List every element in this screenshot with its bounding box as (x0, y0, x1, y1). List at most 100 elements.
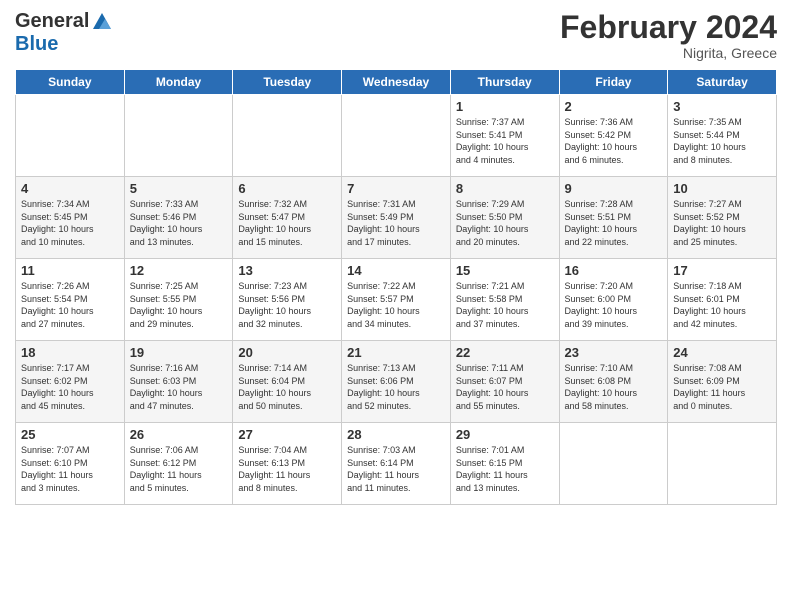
day-number-2-0: 11 (21, 263, 119, 278)
day-info-0-6: Sunrise: 7:35 AM Sunset: 5:44 PM Dayligh… (673, 116, 771, 166)
day-number-3-6: 24 (673, 345, 771, 360)
day-info-2-0: Sunrise: 7:26 AM Sunset: 5:54 PM Dayligh… (21, 280, 119, 330)
header: General Blue February 2024 Nigrita, Gree… (15, 10, 777, 61)
calendar-cell-0-5: 2 Sunrise: 7:36 AM Sunset: 5:42 PM Daylig… (559, 95, 668, 177)
calendar-cell-3-4: 22 Sunrise: 7:11 AM Sunset: 6:07 PM Dayli… (450, 341, 559, 423)
day-info-4-4: Sunrise: 7:01 AM Sunset: 6:15 PM Dayligh… (456, 444, 554, 494)
col-tuesday: Tuesday (233, 70, 342, 95)
calendar-cell-0-6: 3 Sunrise: 7:35 AM Sunset: 5:44 PM Daylig… (668, 95, 777, 177)
day-number-2-4: 15 (456, 263, 554, 278)
calendar-cell-2-6: 17 Sunrise: 7:18 AM Sunset: 6:01 PM Dayli… (668, 259, 777, 341)
day-info-1-2: Sunrise: 7:32 AM Sunset: 5:47 PM Dayligh… (238, 198, 336, 248)
day-info-2-5: Sunrise: 7:20 AM Sunset: 6:00 PM Dayligh… (565, 280, 663, 330)
day-info-3-3: Sunrise: 7:13 AM Sunset: 6:06 PM Dayligh… (347, 362, 445, 412)
week-row-3: 18 Sunrise: 7:17 AM Sunset: 6:02 PM Dayli… (16, 341, 777, 423)
day-number-3-2: 20 (238, 345, 336, 360)
calendar-table: Sunday Monday Tuesday Wednesday Thursday… (15, 69, 777, 505)
calendar-cell-3-0: 18 Sunrise: 7:17 AM Sunset: 6:02 PM Dayli… (16, 341, 125, 423)
calendar-header-row: Sunday Monday Tuesday Wednesday Thursday… (16, 70, 777, 95)
day-number-4-2: 27 (238, 427, 336, 442)
logo-icon (91, 11, 113, 33)
col-sunday: Sunday (16, 70, 125, 95)
calendar-cell-2-2: 13 Sunrise: 7:23 AM Sunset: 5:56 PM Dayli… (233, 259, 342, 341)
day-info-3-5: Sunrise: 7:10 AM Sunset: 6:08 PM Dayligh… (565, 362, 663, 412)
day-number-0-5: 2 (565, 99, 663, 114)
location-text: Nigrita, Greece (560, 45, 777, 61)
day-number-1-3: 7 (347, 181, 445, 196)
day-number-0-4: 1 (456, 99, 554, 114)
day-number-4-1: 26 (130, 427, 228, 442)
day-info-4-2: Sunrise: 7:04 AM Sunset: 6:13 PM Dayligh… (238, 444, 336, 494)
col-monday: Monday (124, 70, 233, 95)
week-row-4: 25Sunrise: 7:07 AM Sunset: 6:10 PM Dayli… (16, 423, 777, 505)
day-info-1-3: Sunrise: 7:31 AM Sunset: 5:49 PM Dayligh… (347, 198, 445, 248)
day-number-1-4: 8 (456, 181, 554, 196)
week-row-2: 11 Sunrise: 7:26 AM Sunset: 5:54 PM Dayli… (16, 259, 777, 341)
day-number-2-6: 17 (673, 263, 771, 278)
day-number-2-5: 16 (565, 263, 663, 278)
day-number-3-0: 18 (21, 345, 119, 360)
calendar-cell-1-5: 9 Sunrise: 7:28 AM Sunset: 5:51 PM Daylig… (559, 177, 668, 259)
logo-text: General (15, 10, 113, 33)
calendar-cell-4-2: 27 Sunrise: 7:04 AM Sunset: 6:13 PM Dayli… (233, 423, 342, 505)
day-info-3-6: Sunrise: 7:08 AM Sunset: 6:09 PM Dayligh… (673, 362, 771, 412)
day-number-1-2: 6 (238, 181, 336, 196)
calendar-cell-2-4: 15 Sunrise: 7:21 AM Sunset: 5:58 PM Dayli… (450, 259, 559, 341)
calendar-cell-2-5: 16 Sunrise: 7:20 AM Sunset: 6:00 PM Dayli… (559, 259, 668, 341)
title-block: February 2024 Nigrita, Greece (560, 10, 777, 61)
day-info-3-2: Sunrise: 7:14 AM Sunset: 6:04 PM Dayligh… (238, 362, 336, 412)
week-row-1: 4 Sunrise: 7:34 AM Sunset: 5:45 PM Daylig… (16, 177, 777, 259)
calendar-cell-3-6: 24 Sunrise: 7:08 AM Sunset: 6:09 PM Dayli… (668, 341, 777, 423)
calendar-cell-0-0 (16, 95, 125, 177)
calendar-cell-0-1 (124, 95, 233, 177)
day-info-1-6: Sunrise: 7:27 AM Sunset: 5:52 PM Dayligh… (673, 198, 771, 248)
day-number-2-1: 12 (130, 263, 228, 278)
day-info-4-3: Sunrise: 7:03 AM Sunset: 6:14 PM Dayligh… (347, 444, 445, 494)
calendar-cell-4-6 (668, 423, 777, 505)
day-number-0-6: 3 (673, 99, 771, 114)
day-info-4-1: Sunrise: 7:06 AM Sunset: 6:12 PM Dayligh… (130, 444, 228, 494)
calendar-cell-3-1: 19 Sunrise: 7:16 AM Sunset: 6:03 PM Dayli… (124, 341, 233, 423)
day-info-2-6: Sunrise: 7:18 AM Sunset: 6:01 PM Dayligh… (673, 280, 771, 330)
day-number-3-1: 19 (130, 345, 228, 360)
day-number-1-1: 5 (130, 181, 228, 196)
col-thursday: Thursday (450, 70, 559, 95)
day-info-1-5: Sunrise: 7:28 AM Sunset: 5:51 PM Dayligh… (565, 198, 663, 248)
day-number-1-5: 9 (565, 181, 663, 196)
day-number-4-4: 29 (456, 427, 554, 442)
logo-blue-text: Blue (15, 33, 58, 56)
page: General Blue February 2024 Nigrita, Gree… (0, 0, 792, 612)
day-info-4-0: Sunrise: 7:07 AM Sunset: 6:10 PM Dayligh… (21, 444, 119, 494)
day-info-1-4: Sunrise: 7:29 AM Sunset: 5:50 PM Dayligh… (456, 198, 554, 248)
day-info-1-0: Sunrise: 7:34 AM Sunset: 5:45 PM Dayligh… (21, 198, 119, 248)
day-info-0-5: Sunrise: 7:36 AM Sunset: 5:42 PM Dayligh… (565, 116, 663, 166)
calendar-cell-4-4: 29 Sunrise: 7:01 AM Sunset: 6:15 PM Dayli… (450, 423, 559, 505)
day-info-3-4: Sunrise: 7:11 AM Sunset: 6:07 PM Dayligh… (456, 362, 554, 412)
calendar-cell-1-3: 7 Sunrise: 7:31 AM Sunset: 5:49 PM Daylig… (342, 177, 451, 259)
day-info-3-1: Sunrise: 7:16 AM Sunset: 6:03 PM Dayligh… (130, 362, 228, 412)
calendar-cell-3-2: 20 Sunrise: 7:14 AM Sunset: 6:04 PM Dayli… (233, 341, 342, 423)
calendar-cell-4-5 (559, 423, 668, 505)
day-number-2-3: 14 (347, 263, 445, 278)
day-number-2-2: 13 (238, 263, 336, 278)
day-info-3-0: Sunrise: 7:17 AM Sunset: 6:02 PM Dayligh… (21, 362, 119, 412)
day-info-2-4: Sunrise: 7:21 AM Sunset: 5:58 PM Dayligh… (456, 280, 554, 330)
day-info-0-4: Sunrise: 7:37 AM Sunset: 5:41 PM Dayligh… (456, 116, 554, 166)
calendar-cell-1-4: 8 Sunrise: 7:29 AM Sunset: 5:50 PM Daylig… (450, 177, 559, 259)
calendar-cell-0-2 (233, 95, 342, 177)
day-number-1-0: 4 (21, 181, 119, 196)
day-number-1-6: 10 (673, 181, 771, 196)
day-info-2-2: Sunrise: 7:23 AM Sunset: 5:56 PM Dayligh… (238, 280, 336, 330)
day-number-4-3: 28 (347, 427, 445, 442)
calendar-cell-1-0: 4 Sunrise: 7:34 AM Sunset: 5:45 PM Daylig… (16, 177, 125, 259)
day-info-2-3: Sunrise: 7:22 AM Sunset: 5:57 PM Dayligh… (347, 280, 445, 330)
day-number-3-4: 22 (456, 345, 554, 360)
calendar-cell-3-3: 21Sunrise: 7:13 AM Sunset: 6:06 PM Dayli… (342, 341, 451, 423)
day-info-1-1: Sunrise: 7:33 AM Sunset: 5:46 PM Dayligh… (130, 198, 228, 248)
calendar-cell-0-3 (342, 95, 451, 177)
calendar-cell-3-5: 23Sunrise: 7:10 AM Sunset: 6:08 PM Dayli… (559, 341, 668, 423)
calendar-cell-1-2: 6 Sunrise: 7:32 AM Sunset: 5:47 PM Daylig… (233, 177, 342, 259)
calendar-cell-2-3: 14 Sunrise: 7:22 AM Sunset: 5:57 PM Dayli… (342, 259, 451, 341)
calendar-cell-1-1: 5 Sunrise: 7:33 AM Sunset: 5:46 PM Daylig… (124, 177, 233, 259)
col-saturday: Saturday (668, 70, 777, 95)
